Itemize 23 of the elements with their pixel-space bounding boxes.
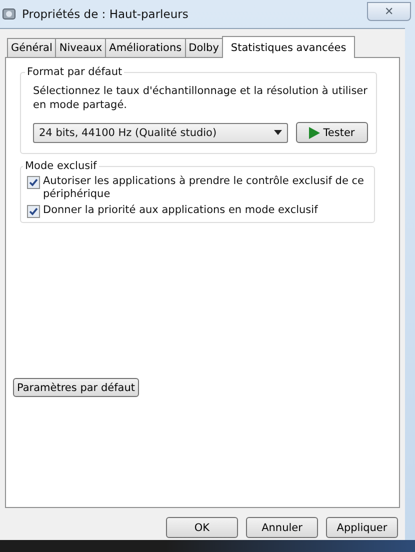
checkbox[interactable]: [27, 176, 40, 189]
play-icon: [309, 126, 320, 138]
tab[interactable]: Général: [7, 38, 56, 57]
default-button[interactable]: Paramètres par défaut: [13, 378, 139, 397]
format-dropdown[interactable]: 24 bits, 44100 Hz (Qualité studio): [33, 122, 288, 142]
caret-icon: [274, 130, 282, 135]
tab[interactable]: Statistiques avancées: [222, 36, 356, 58]
checkbox-label: Donner la priorité aux applications en mode exclusif: [43, 204, 318, 217]
description-text: Sélectionnez le taux d'échantillonnage et la résolution à utiliser en mode partagé.: [33, 84, 368, 112]
tab[interactable]: Niveaux: [55, 38, 106, 57]
checkbox[interactable]: [27, 205, 40, 218]
dialog-button[interactable]: Annuler: [246, 517, 318, 538]
group-title: Mode exclusif: [24, 160, 98, 172]
tab[interactable]: Dolby: [184, 38, 223, 57]
window-title: Propriétés de : Haut-parleurs: [22, 7, 188, 21]
group-title: Format par défaut: [26, 66, 124, 78]
dialog-button[interactable]: Appliquer: [326, 517, 398, 538]
close-button[interactable]: ✕: [367, 2, 411, 20]
checkbox-label: Autoriser les applications à prendre le contrôle exclusif de ce périphérique: [43, 175, 365, 201]
speaker-icon: [2, 7, 16, 21]
tab[interactable]: Améliorations: [105, 38, 186, 57]
dialog-button[interactable]: OK: [166, 517, 238, 538]
test-button[interactable]: Tester: [296, 122, 368, 143]
